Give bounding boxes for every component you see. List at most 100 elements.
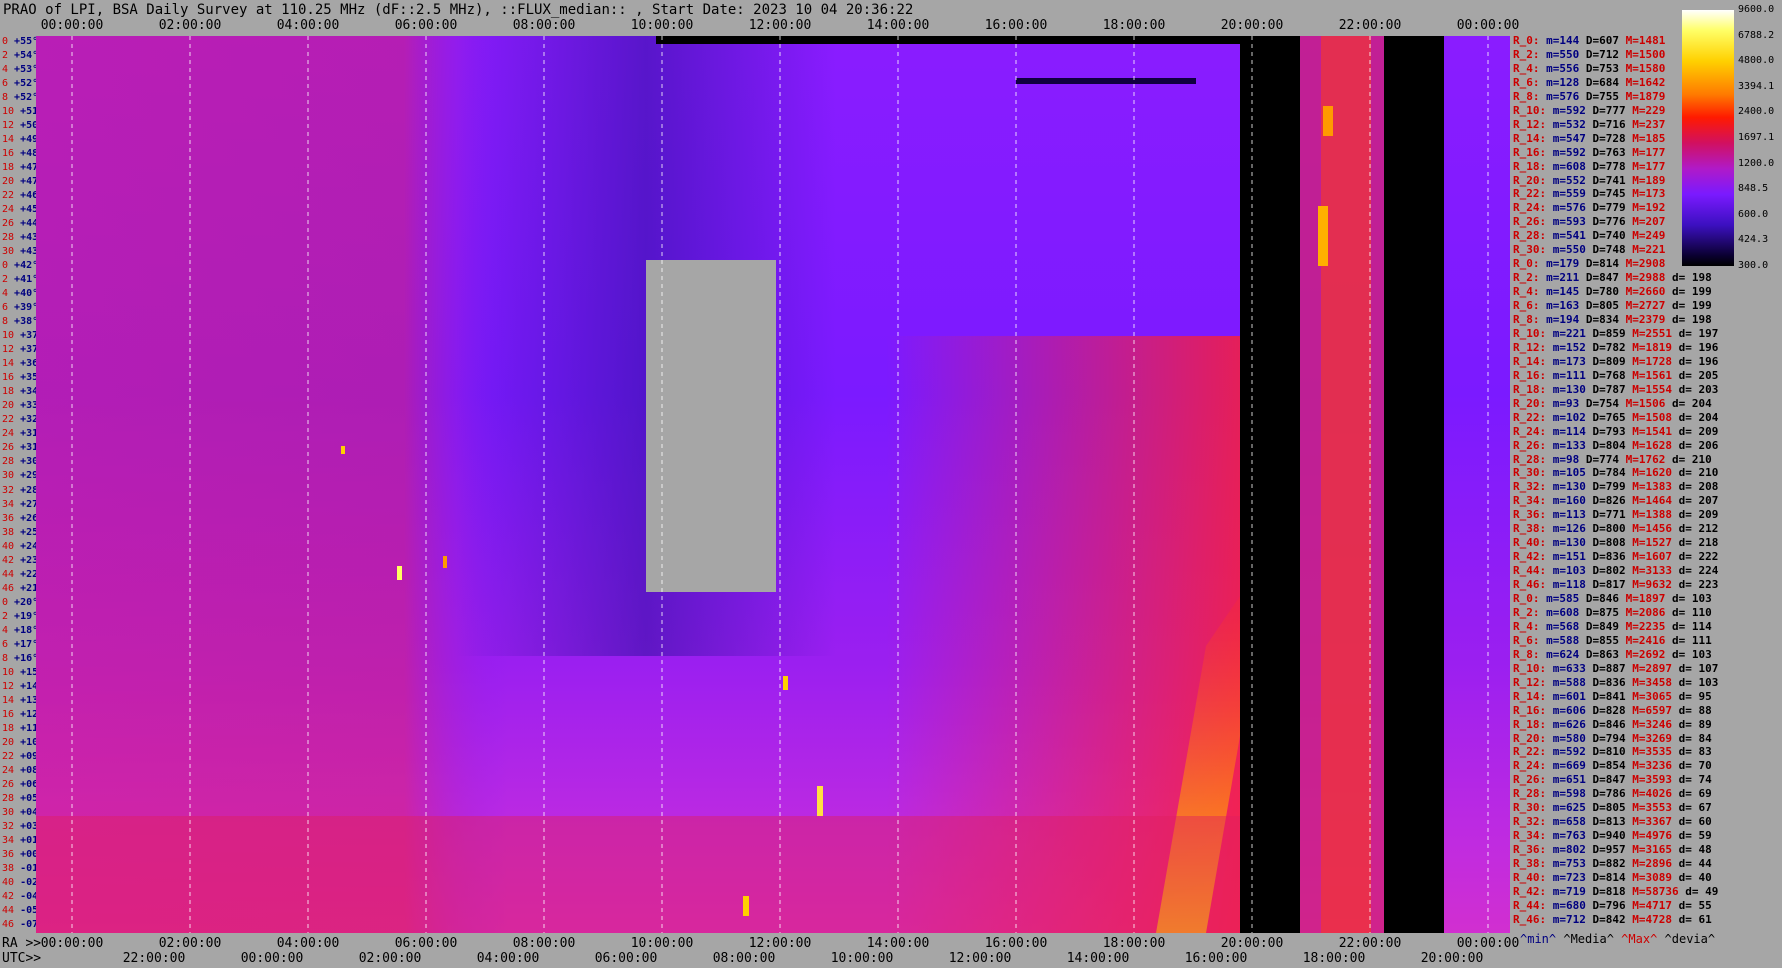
top-tick-label: 20:00:00 xyxy=(1220,18,1284,33)
declination-axis: 0 +55°17'2 +54°29'4 +53°40'6 +52°52'8 +5… xyxy=(0,36,62,933)
utc-tick-label: 06:00:00 xyxy=(594,951,658,966)
top-time-axis: 00:00:00 02:00:00 04:00:00 06:00:00 08:00:00… xyxy=(0,18,1520,34)
legend-median: ^Media^ xyxy=(1563,932,1614,946)
beam-stat-row: R_2: m=550 D=712 M=1500 xyxy=(1513,47,1666,61)
beam-stat-row: R_10: m=633 D=887 M=2897 d= 107 xyxy=(1513,661,1719,675)
utc-tick-label: 04:00:00 xyxy=(476,951,540,966)
beam-stat-row: R_8: m=576 D=755 M=1879 xyxy=(1513,89,1666,103)
top-tick-label: 00:00:00 xyxy=(1456,18,1520,33)
colorbar-tick: 424.3 xyxy=(1738,234,1769,246)
beam-stat-row: R_30: m=105 D=784 M=1620 d= 210 xyxy=(1513,466,1719,480)
no-data-strip xyxy=(1240,36,1300,933)
bright-source xyxy=(743,896,749,916)
legend-min: ^min^ xyxy=(1520,932,1557,946)
utc-tick-label: 18:00:00 xyxy=(1302,951,1366,966)
beam-stat-row: R_40: m=130 D=808 M=1527 d= 218 xyxy=(1513,536,1719,550)
utc-tick-label: 20:00:00 xyxy=(1420,951,1484,966)
beam-stat-row: R_18: m=608 D=778 M=177 xyxy=(1513,159,1666,173)
colorbar-tick: 300.0 xyxy=(1738,260,1769,271)
ra-tick-label: 16:00:00 xyxy=(984,936,1048,951)
beam-stat-row: R_0: m=144 D=607 M=1481 xyxy=(1513,34,1666,47)
beam-stat-row: R_32: m=658 D=813 M=3367 d= 60 xyxy=(1513,815,1712,829)
utc-tick-label: 12:00:00 xyxy=(948,951,1012,966)
bright-source xyxy=(397,566,402,580)
beam-stat-row: R_26: m=133 D=804 M=1628 d= 206 xyxy=(1513,438,1719,452)
beam-stat-row: R_12: m=588 D=836 M=3458 d= 103 xyxy=(1513,675,1719,689)
legend-dev: ^devia^ xyxy=(1664,932,1716,946)
ra-tick-label: 06:00:00 xyxy=(394,936,458,951)
legend-max: ^Max^ xyxy=(1621,932,1658,946)
beam-stat-row: R_12: m=532 D=716 M=237 xyxy=(1513,117,1666,131)
beam-stat-row: R_34: m=160 D=826 M=1464 d= 207 xyxy=(1513,494,1719,508)
top-tick-label: 14:00:00 xyxy=(866,18,930,33)
ra-tick-label: 18:00:00 xyxy=(1102,936,1166,951)
ra-tick-label: 02:00:00 xyxy=(158,936,222,951)
beam-stat-row: R_24: m=669 D=854 M=3236 d= 70 xyxy=(1513,759,1712,773)
heatmap-plot[interactable] xyxy=(36,36,1510,933)
colorbar-ticks: 9600.0 6788.2 4800.0 3394.1 2400.0 1697.1 1200… xyxy=(1738,0,1782,280)
utc-tick-label: 08:00:00 xyxy=(712,951,776,966)
beam-stat-row: R_28: m=541 D=740 M=249 xyxy=(1513,229,1666,243)
beam-stat-row: R_10: m=592 D=777 M=229 xyxy=(1513,103,1666,117)
beam-stat-row: R_36: m=113 D=771 M=1388 d= 209 xyxy=(1513,508,1719,522)
utc-tick-label: 10:00:00 xyxy=(830,951,894,966)
beam-stat-row: R_24: m=114 D=793 M=1541 d= 209 xyxy=(1513,424,1719,438)
no-data-strip xyxy=(1384,36,1444,933)
beam-stat-row: R_42: m=719 D=818 M=58736 d= 49 xyxy=(1513,884,1719,898)
beam-stat-row: R_14: m=547 D=728 M=185 xyxy=(1513,131,1666,145)
beam-stat-row: R_18: m=130 D=787 M=1554 d= 203 xyxy=(1513,382,1719,396)
beam-stat-row: R_0: m=585 D=846 M=1897 d= 103 xyxy=(1513,592,1712,605)
beam-stat-row: R_4: m=556 D=753 M=1580 xyxy=(1513,61,1666,75)
bright-source xyxy=(817,786,823,816)
ra-tick-label: 08:00:00 xyxy=(512,936,576,951)
utc-tick-label: 02:00:00 xyxy=(358,951,422,966)
beam-stat-row: R_6: m=588 D=855 M=2416 d= 111 xyxy=(1513,633,1712,647)
stats-legend: ^min^ ^Media^ ^Max^ ^devia^ xyxy=(1520,932,1715,946)
colorbar-tick: 2400.0 xyxy=(1738,106,1775,118)
colorbar-tick: 848.5 xyxy=(1738,183,1769,195)
top-tick-label: 00:00:00 xyxy=(40,18,104,33)
top-tick-label: 02:00:00 xyxy=(158,18,222,33)
colorbar-tick: 9600.0 xyxy=(1738,4,1775,15)
beam-stat-row: R_20: m=93 D=754 M=1506 d= 204 xyxy=(1513,396,1712,410)
top-tick-label: 12:00:00 xyxy=(748,18,812,33)
beam-stat-row: R_16: m=592 D=763 M=177 xyxy=(1513,145,1666,159)
bright-source xyxy=(1318,206,1328,266)
ra-tick-label: 00:00:00 xyxy=(40,936,104,951)
bright-source xyxy=(443,556,447,568)
beam-stat-row: R_14: m=601 D=841 M=3065 d= 95 xyxy=(1513,689,1712,703)
beam-stat-row: R_8: m=194 D=834 M=2379 d= 198 xyxy=(1513,313,1712,326)
ra-tick-label: 10:00:00 xyxy=(630,936,694,951)
beam-stat-row: R_34: m=763 D=940 M=4976 d= 59 xyxy=(1513,829,1712,843)
beam-stat-row: R_8: m=624 D=863 M=2692 d= 103 xyxy=(1513,647,1712,661)
colorbar xyxy=(1682,10,1734,266)
utc-tick-label: 16:00:00 xyxy=(1184,951,1248,966)
beam-stat-row: R_38: m=126 D=800 M=1456 d= 212 xyxy=(1513,522,1719,536)
ra-tick-label: 12:00:00 xyxy=(748,936,812,951)
beam-stat-row: R_40: m=723 D=814 M=3089 d= 40 xyxy=(1513,871,1712,884)
colorbar-tick: 600.0 xyxy=(1738,208,1769,220)
top-tick-label: 18:00:00 xyxy=(1102,18,1166,33)
beam-stat-row: R_24: m=576 D=779 M=192 xyxy=(1513,201,1666,215)
top-tick-label: 08:00:00 xyxy=(512,18,576,33)
bottom-emission-rows xyxy=(36,816,1240,933)
masked-data-block xyxy=(646,260,776,592)
beam-stat-row: R_36: m=802 D=957 M=3165 d= 48 xyxy=(1513,843,1712,857)
utc-axis: 22:00:00 00:00:00 02:00:00 04:00:00 06:00:00… xyxy=(0,951,1510,966)
beam-stat-row: R_20: m=552 D=741 M=189 xyxy=(1513,173,1666,187)
colorbar-tick: 1200.0 xyxy=(1738,157,1775,169)
utc-tick-label: 14:00:00 xyxy=(1066,951,1130,966)
colorbar-tick: 3394.1 xyxy=(1738,80,1775,92)
right-hot-column xyxy=(1321,36,1371,933)
top-tick-label: 10:00:00 xyxy=(630,18,694,33)
colorbar-tick: 4800.0 xyxy=(1738,55,1775,67)
beam-stat-row: R_4: m=568 D=849 M=2235 d= 114 xyxy=(1513,619,1712,633)
beam-stat-row: R_22: m=102 D=765 M=1508 d= 204 xyxy=(1513,410,1719,424)
beam-stat-row: R_20: m=580 D=794 M=3269 d= 84 xyxy=(1513,731,1712,745)
top-no-data-bar xyxy=(656,36,1240,44)
rfi-line xyxy=(1016,78,1196,84)
beam-stat-row: R_28: m=598 D=786 M=4026 d= 69 xyxy=(1513,787,1712,801)
top-tick-label: 22:00:00 xyxy=(1338,18,1402,33)
beam-stat-row: R_10: m=221 D=859 M=2551 d= 197 xyxy=(1513,326,1719,340)
colorbar-tick: 6788.2 xyxy=(1738,29,1775,41)
